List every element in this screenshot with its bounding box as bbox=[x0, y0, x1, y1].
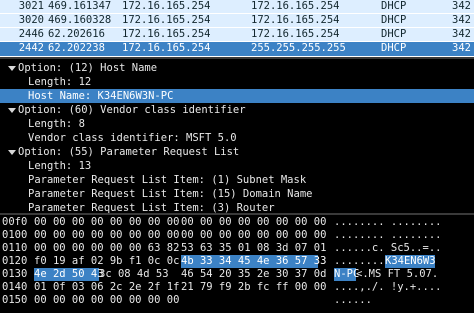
tree-item-label: Option: (60) Vendor class identifier bbox=[18, 104, 246, 116]
packet-destination: 172.16.165.254 bbox=[251, 28, 340, 40]
packet-source: 172.16.165.254 bbox=[122, 42, 211, 54]
bytes-hex: 01 0f 03 06 2c 2e 2f 1f bbox=[34, 281, 180, 293]
packet-protocol: DHCP bbox=[381, 14, 407, 26]
bytes-ascii: ........ bbox=[334, 255, 385, 267]
tree-item-label: Parameter Request List Item: (15) Domain… bbox=[28, 188, 313, 200]
bytes-offset: 0140 bbox=[2, 281, 28, 293]
packet-source: 172.16.165.254 bbox=[122, 28, 211, 40]
tree-item-label: Host Name: K34EN6W3N-PC bbox=[28, 90, 174, 102]
packet-time: 62.202238 bbox=[48, 42, 105, 54]
bytes-ascii-highlighted: N-PC bbox=[334, 268, 360, 281]
expand-arrow-icon[interactable] bbox=[8, 66, 16, 71]
bytes-offset: 0150 bbox=[2, 294, 28, 306]
tree-item-option-vendor-class[interactable]: Option: (60) Vendor class identifier bbox=[0, 103, 474, 117]
packet-length: 342 bbox=[452, 0, 471, 12]
tree-item-label: Length: 12 bbox=[28, 76, 92, 88]
packet-destination: 172.16.165.254 bbox=[251, 0, 340, 12]
tree-item-label: Length: 13 bbox=[28, 160, 92, 172]
packet-row[interactable]: 3020 469.160328 172.16.165.254 172.16.16… bbox=[0, 14, 474, 27]
tree-item-label: Vendor class identifier: MSFT 5.0 bbox=[28, 132, 237, 144]
bytes-row[interactable]: 0130 4e 2d 50 43 3c 08 4d 53 46 54 20 35… bbox=[0, 268, 474, 281]
bytes-offset: 0100 bbox=[2, 229, 28, 241]
wireshark-window: 3021 469.161347 172.16.165.254 172.16.16… bbox=[0, 0, 474, 313]
tree-item-length[interactable]: Length: 13 bbox=[0, 159, 474, 173]
packet-length: 342 bbox=[452, 42, 471, 54]
packet-source: 172.16.165.254 bbox=[122, 0, 211, 12]
packet-row[interactable]: 3021 469.161347 172.16.165.254 172.16.16… bbox=[0, 0, 474, 13]
bytes-hex: 21 79 f9 2b fc ff 00 00 bbox=[181, 281, 327, 293]
bytes-hex: 46 54 20 35 2e 30 37 0d bbox=[181, 268, 327, 280]
packet-destination: 255.255.255.255 bbox=[251, 42, 346, 54]
tree-item-label: Parameter Request List Item: (3) Router bbox=[28, 202, 275, 213]
bytes-row[interactable]: 0120 f0 19 af 02 9b f1 0c 0c 4b 33 34 45… bbox=[0, 255, 474, 268]
bytes-offset: 0120 bbox=[2, 255, 28, 267]
bytes-ascii: ...... bbox=[334, 294, 372, 306]
packet-number: 2442 bbox=[18, 42, 44, 54]
bytes-offset: 00f0 bbox=[2, 216, 28, 228]
tree-item-label: Length: 8 bbox=[28, 118, 85, 130]
bytes-hex: 00 00 00 00 00 00 00 00 bbox=[181, 229, 327, 241]
packet-row[interactable]: 2446 62.202616 172.16.165.254 172.16.165… bbox=[0, 28, 474, 41]
bytes-row[interactable]: 0110 00 00 00 00 00 00 63 82 53 63 35 01… bbox=[0, 242, 474, 255]
bytes-hex-highlighted: 4e 2d 50 43 bbox=[34, 268, 104, 281]
bytes-offset: 0110 bbox=[2, 242, 28, 254]
bytes-hex-highlighted: 4b 33 34 45 4e 36 57 33 bbox=[181, 255, 327, 268]
bytes-ascii: ........ ........ bbox=[334, 216, 442, 228]
packet-details: Option: (12) Host Name Length: 12 Host N… bbox=[0, 59, 474, 213]
bytes-offset: 0130 bbox=[2, 268, 28, 280]
tree-item-parameter-request-item[interactable]: Parameter Request List Item: (1) Subnet … bbox=[0, 173, 474, 187]
packet-destination: 172.16.165.254 bbox=[251, 14, 340, 26]
bytes-hex: 00 00 00 00 00 00 00 00 bbox=[34, 229, 180, 241]
bytes-hex: 3c 08 4d 53 bbox=[99, 268, 169, 280]
bytes-hex: f0 19 af 02 9b f1 0c 0c bbox=[34, 255, 180, 267]
bytes-ascii: ......c. Sc5..=.. bbox=[334, 242, 442, 254]
packet-number: 3021 bbox=[18, 0, 44, 12]
bytes-hex: 00 00 00 00 00 00 00 00 bbox=[34, 216, 180, 228]
bytes-hex: 53 63 35 01 08 3d 07 01 bbox=[181, 242, 327, 254]
packet-row-selected[interactable]: 2442 62.202238 172.16.165.254 255.255.25… bbox=[0, 42, 474, 56]
bytes-ascii: <.MS FT 5.07. bbox=[356, 268, 439, 280]
packet-source: 172.16.165.254 bbox=[122, 14, 211, 26]
tree-item-length[interactable]: Length: 12 bbox=[0, 75, 474, 89]
tree-item-vendor-class-identifier[interactable]: Vendor class identifier: MSFT 5.0 bbox=[0, 131, 474, 145]
bytes-hex: 00 00 00 00 00 00 00 00 bbox=[181, 216, 327, 228]
packet-bytes: 00f0 00 00 00 00 00 00 00 00 00 00 00 00… bbox=[0, 215, 474, 313]
tree-item-parameter-request-item[interactable]: Parameter Request List Item: (15) Domain… bbox=[0, 187, 474, 201]
tree-item-label: Option: (55) Parameter Request List bbox=[18, 146, 240, 158]
bytes-ascii: ........ ........ bbox=[334, 229, 442, 241]
bytes-hex: 00 00 00 00 00 00 00 00 bbox=[34, 294, 180, 306]
packet-time: 62.202616 bbox=[48, 28, 105, 40]
expand-arrow-icon[interactable] bbox=[8, 108, 16, 113]
packet-time: 469.160328 bbox=[48, 14, 112, 26]
bytes-row[interactable]: 0100 00 00 00 00 00 00 00 00 00 00 00 00… bbox=[0, 229, 474, 242]
tree-item-label: Parameter Request List Item: (1) Subnet … bbox=[28, 174, 307, 186]
packet-number: 3020 bbox=[18, 14, 44, 26]
bytes-row[interactable]: 0140 01 0f 03 06 2c 2e 2f 1f 21 79 f9 2b… bbox=[0, 281, 474, 294]
packet-protocol: DHCP bbox=[381, 0, 407, 12]
packet-time: 469.161347 bbox=[48, 0, 112, 12]
tree-item-host-name-selected[interactable]: Host Name: K34EN6W3N-PC bbox=[0, 89, 474, 103]
packet-length: 342 bbox=[452, 14, 471, 26]
tree-item-option-host-name[interactable]: Option: (12) Host Name bbox=[0, 61, 474, 75]
tree-item-label: Option: (12) Host Name bbox=[18, 62, 158, 74]
bytes-ascii: ....,./. !y.+.... bbox=[334, 281, 442, 293]
expand-arrow-icon[interactable] bbox=[8, 150, 16, 155]
packet-length: 342 bbox=[452, 28, 471, 40]
bytes-row[interactable]: 0150 00 00 00 00 00 00 00 00 ...... bbox=[0, 294, 474, 307]
tree-item-parameter-request-item[interactable]: Parameter Request List Item: (3) Router bbox=[0, 201, 474, 213]
bytes-ascii-highlighted: K34EN6W3 bbox=[385, 255, 436, 268]
packet-list: 3021 469.161347 172.16.165.254 172.16.16… bbox=[0, 0, 474, 57]
packet-protocol: DHCP bbox=[381, 28, 407, 40]
packet-number: 2446 bbox=[18, 28, 44, 40]
tree-item-length[interactable]: Length: 8 bbox=[0, 117, 474, 131]
bytes-row[interactable]: 00f0 00 00 00 00 00 00 00 00 00 00 00 00… bbox=[0, 216, 474, 229]
packet-protocol: DHCP bbox=[381, 42, 407, 54]
tree-item-option-parameter-request-list[interactable]: Option: (55) Parameter Request List bbox=[0, 145, 474, 159]
bytes-hex: 00 00 00 00 00 00 63 82 bbox=[34, 242, 180, 254]
